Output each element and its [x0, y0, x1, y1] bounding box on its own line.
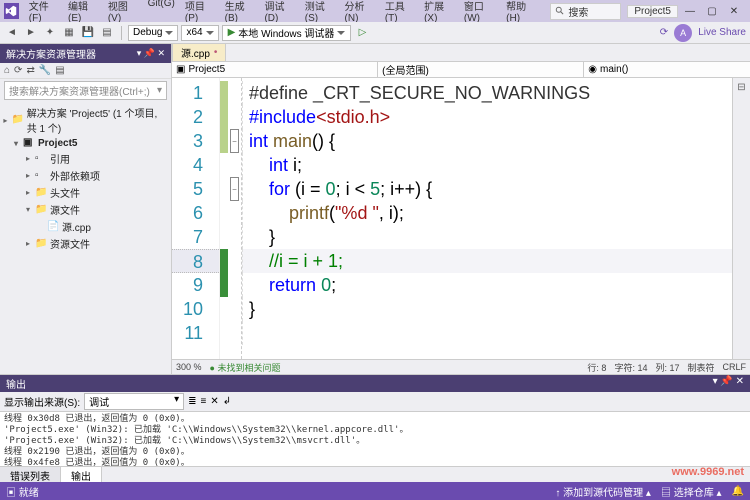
output-body[interactable]: 线程 0x30d8 已退出，返回值为 0 (0x0)。 'Project5.ex… — [0, 412, 750, 466]
config-combo[interactable]: Debug — [128, 25, 178, 41]
file-tab-active[interactable]: 源.cpp• — [172, 43, 226, 61]
tree-solution-root[interactable]: ▸📁解决方案 'Project5' (1 个项目, 共 1 个) — [2, 104, 169, 136]
run-debugger-button[interactable]: ▶ 本地 Windows 调试器 — [222, 25, 352, 41]
select-repo[interactable]: ▤ 选择仓库 ▴ — [661, 484, 722, 499]
line-gutter: 1234567891011 — [172, 78, 220, 359]
indent-mode[interactable]: 制表符 — [687, 361, 714, 374]
status-ready: ▣ 就绪 — [6, 484, 39, 499]
tree-references[interactable]: ▸▫引用 — [2, 150, 169, 167]
issues-status[interactable]: ● 未找到相关问题 — [210, 361, 281, 374]
output-toolbar: 显示输出来源(S): 调试▾ ≣ ≡ ✕ ↲ — [0, 392, 750, 412]
solution-toolbar: ⌂ ⟳ ⇄ 🔧 ▤ — [0, 63, 171, 79]
nav-fwd-icon[interactable]: ► — [23, 25, 39, 41]
project-crumb[interactable]: Project5 — [627, 5, 678, 18]
pin-icon[interactable]: ▾ 📌 ✕ — [137, 48, 165, 59]
solution-title: 解决方案资源管理器 ▾ 📌 ✕ — [0, 44, 171, 63]
window-controls: — ▢ ✕ — [678, 6, 746, 17]
title-search[interactable]: 搜索 — [550, 3, 621, 20]
search-icon — [555, 6, 565, 16]
tree-resources[interactable]: ▸📁资源文件 — [2, 235, 169, 252]
line-ending[interactable]: CRLF — [722, 362, 746, 372]
code-body[interactable]: #define _CRT_SECURE_NO_WARNINGS#include<… — [242, 78, 732, 359]
main-toolbar: ◄ ► ✦ ▦ 💾 ▤ Debug x64 ▶ 本地 Windows 调试器 ▷… — [0, 22, 750, 44]
output-titlebar-icons[interactable]: ▾ 📌 ✕ — [713, 376, 744, 391]
output-panel: 输出 ▾ 📌 ✕ 显示输出来源(S): 调试▾ ≣ ≡ ✕ ↲ 线程 0x30d… — [0, 374, 750, 466]
open-icon[interactable]: ▦ — [61, 25, 77, 41]
output-title: 输出 ▾ 📌 ✕ — [0, 375, 750, 392]
nav-project[interactable]: ▣ Project5 — [172, 62, 378, 77]
notifications-icon[interactable]: 🔔 — [732, 486, 744, 497]
out-clear-icon[interactable]: ✕ — [210, 396, 218, 407]
save-icon[interactable]: 💾 — [80, 25, 96, 41]
output-source-combo[interactable]: 调试▾ — [84, 393, 184, 410]
nav-scope[interactable]: (全局范围) — [378, 62, 584, 77]
out-btn1[interactable]: ≣ — [188, 396, 196, 407]
save-all-icon[interactable]: ▤ — [99, 25, 115, 41]
solution-tree: ▸📁解决方案 'Project5' (1 个项目, 共 1 个) ▾▣Proje… — [0, 102, 171, 254]
bottom-tabs: 错误列表 输出 — [0, 466, 750, 482]
refresh-icon[interactable]: ⟳ — [14, 65, 22, 76]
cursor-char: 字符: 14 — [614, 361, 647, 374]
play-no-debug-icon[interactable]: ▷ — [354, 25, 370, 41]
out-wrap-icon[interactable]: ↲ — [223, 396, 231, 407]
home-icon[interactable]: ⌂ — [4, 65, 10, 76]
new-item-icon[interactable]: ✦ — [42, 25, 58, 41]
search-dd-icon: ▾ — [157, 85, 162, 96]
platform-combo[interactable]: x64 — [181, 25, 218, 41]
cursor-col: 列: 17 — [655, 361, 679, 374]
output-source-label: 显示输出来源(S): — [4, 394, 80, 409]
titlebar: 文件(F) 编辑(E) 视图(V) Git(G) 项目(P) 生成(B) 调试(… — [0, 0, 750, 22]
solution-search[interactable]: 搜索解决方案资源管理器(Ctrl+;) ▾ — [4, 81, 167, 100]
tree-project[interactable]: ▾▣Project5 — [2, 136, 169, 150]
maximize-button[interactable]: ▢ — [706, 6, 718, 17]
change-bar — [220, 78, 228, 359]
props-icon[interactable]: ▤ — [55, 65, 64, 76]
user-avatar[interactable]: A — [674, 24, 692, 42]
nav-back-icon[interactable]: ◄ — [4, 25, 20, 41]
editor-statusbar: 300 % ● 未找到相关问题 行: 8 字符: 14 列: 17 制表符 CR… — [172, 359, 750, 374]
zoom-level[interactable]: 300 % — [176, 362, 202, 372]
out-btn2[interactable]: ≡ — [201, 396, 207, 407]
solution-explorer: 解决方案资源管理器 ▾ 📌 ✕ ⌂ ⟳ ⇄ 🔧 ▤ 搜索解决方案资源管理器(Ct… — [0, 44, 172, 374]
search-placeholder: 搜索 — [568, 4, 588, 19]
split-icon[interactable]: ⊟ — [737, 82, 745, 93]
editor-right-strip: ⊟ — [732, 78, 750, 359]
tree-external-deps[interactable]: ▸▫外部依赖项 — [2, 167, 169, 184]
tab-errors[interactable]: 错误列表 — [0, 467, 61, 482]
minimize-button[interactable]: — — [684, 6, 696, 17]
tree-headers[interactable]: ▸📁头文件 — [2, 184, 169, 201]
tab-output[interactable]: 输出 — [61, 467, 102, 482]
nav-bar: ▣ Project5 (全局范围) ◉ main() — [172, 62, 750, 78]
tree-source-file[interactable]: 📄源.cpp — [2, 218, 169, 235]
cursor-line: 行: 8 — [587, 361, 606, 374]
close-button[interactable]: ✕ — [728, 6, 740, 17]
statusbar: ▣ 就绪 ↑ 添加到源代码管理 ▴ ▤ 选择仓库 ▴ 🔔 — [0, 482, 750, 500]
play-icon: ▶ — [228, 27, 236, 38]
file-tabs: 源.cpp• — [172, 44, 750, 62]
wrench-icon[interactable]: 🔧 — [39, 65, 51, 76]
nav-function[interactable]: ◉ main() — [584, 62, 750, 77]
fold-bar: −− — [228, 78, 242, 359]
sync-view-icon[interactable]: ⇄ — [26, 65, 34, 76]
add-to-source-control[interactable]: ↑ 添加到源代码管理 ▴ — [555, 484, 651, 499]
sync-icon[interactable]: ⟳ — [660, 27, 668, 38]
live-share-button[interactable]: Live Share — [698, 27, 746, 38]
editor: 源.cpp• ▣ Project5 (全局范围) ◉ main() 123456… — [172, 44, 750, 374]
dirty-indicator: • — [214, 47, 218, 58]
tree-sources[interactable]: ▾📁源文件 — [2, 201, 169, 218]
vs-logo-icon — [4, 3, 19, 19]
